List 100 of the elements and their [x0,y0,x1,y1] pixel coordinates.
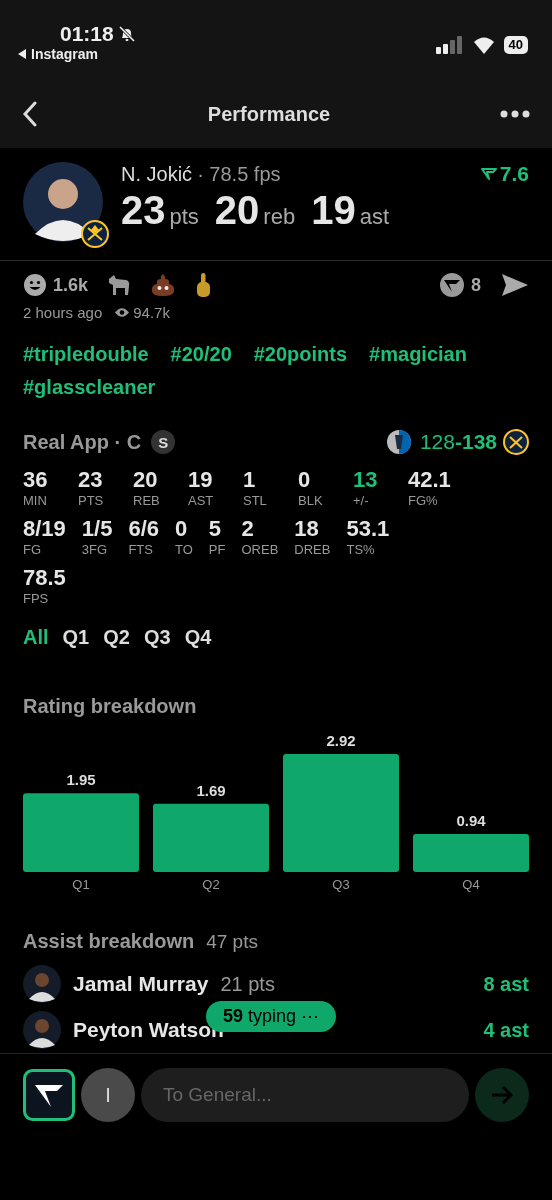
stat-value: 6/6 [128,516,159,542]
stat-value: 18 [294,516,320,542]
stat-value: 53.1 [346,516,390,542]
comment-logo-icon[interactable] [439,272,465,298]
stat-value: 2 [241,516,255,542]
stat-value: 36 [23,467,49,493]
stat-label: BLK [298,493,324,508]
stat-unit: ast [359,204,389,230]
bar-value-label: 2.92 [326,732,356,749]
hashtag-link[interactable]: #20/20 [170,343,232,366]
stat-value: 8/19 [23,516,66,542]
send-icon[interactable] [501,273,529,297]
comment-count: 8 [471,274,481,296]
post-time: 2 hours ago [23,304,103,321]
stat-label: OREB [241,542,279,557]
stat-value: 13 [353,467,379,493]
smiley-icon[interactable] [23,273,47,297]
section-title: Assist breakdown [23,930,195,953]
battery-level: 40 [503,36,528,54]
stat-number: 23 [121,188,166,233]
stat-unit: reb [263,204,296,230]
quarter-tab[interactable]: Q1 [62,626,90,649]
back-to-app-link[interactable]: Instagram [31,46,98,62]
user-avatar[interactable]: I [81,1068,135,1122]
wifi-icon [471,36,496,54]
quarter-tab[interactable]: Q4 [184,626,212,649]
bar-category-label: Q2 [202,877,220,892]
muted-bell-icon [117,25,136,43]
bar-value-label: 1.69 [196,781,226,799]
stat-number: 19 [311,188,356,233]
bar-category-label: Q4 [462,877,480,892]
stat-value: 1/5 [81,516,113,542]
stat-label: PF [208,542,226,557]
more-icon[interactable] [500,110,530,118]
bar-category-label: Q3 [332,877,350,892]
stats-source: Real App · C [23,430,142,454]
clock-time: 01:18 [60,22,114,46]
rating-value: 7.6 [499,162,529,186]
stat-value: 5 [208,516,223,542]
quarter-tab[interactable]: All [23,626,49,649]
stat-label: FTS [128,542,154,557]
stat-label: FG [23,542,43,557]
teammate-name: Jamal Murray [73,972,209,996]
reaction-count: 1.6k [53,274,89,296]
home-score: -138 [454,430,497,454]
hashtag-link[interactable]: #glasscleaner [23,376,156,399]
stat-label: REB [133,493,161,508]
stat-label: +/- [353,493,370,508]
home-team-logo-icon [503,429,529,455]
section-title: Rating breakdown [22,694,198,718]
rating-logo-icon [480,167,497,181]
back-triangle-icon[interactable] [18,49,27,59]
hashtag-link[interactable]: #magician [369,343,467,366]
back-icon[interactable] [22,101,38,127]
hashtag-link[interactable]: #tripledouble [23,343,149,366]
quarter-tab[interactable]: Q3 [143,626,171,649]
stat-value: 23 [78,467,104,493]
app-logo-icon[interactable] [23,1069,75,1121]
stat-label: AST [188,493,215,508]
stat-label: MIN [23,493,48,508]
player-avatar [23,965,61,1003]
bar-value-label: 0.94 [456,812,486,829]
screen-title: Performance [207,102,331,126]
assist-count: 4 ast [483,1018,529,1042]
stat-unit: pts [169,204,199,230]
message-field[interactable]: To General... [141,1068,469,1122]
away-score: 128 [419,430,455,454]
poop-icon[interactable] [150,273,177,297]
hashtag-link[interactable]: #20points [253,343,348,366]
bar-category-label: Q1 [72,877,90,892]
eye-icon [114,307,131,318]
stat-label: PTS [78,493,105,508]
hand-icon[interactable] [194,272,213,298]
stat-label: DREB [294,542,331,557]
stat-value: 20 [133,467,159,493]
stat-label: FPS [23,591,50,606]
stat-label: TO [175,542,193,557]
signal-icon [435,36,464,54]
assist-points-total: 47 pts [206,931,258,953]
stat-label: STL [243,493,268,508]
team-logo-icon [81,220,109,248]
stat-label: 3FG [81,542,109,557]
view-count: 94.7k [133,304,170,321]
stat-value: 0 [175,516,189,542]
source-badge: S [151,430,176,454]
stat-value: 1 [243,467,257,493]
stat-label: TS% [346,542,376,557]
away-team-logo-icon [385,429,412,455]
stat-value: 42.1 [408,467,452,493]
teammate-points: 21 pts [220,972,275,996]
arrow-icon [490,1085,514,1105]
stat-value: 0 [298,467,312,493]
player-name: N. Jokić [121,163,193,186]
player-avatar [23,1011,61,1049]
fantasy-points: · 78.5 fps [197,163,281,186]
stat-value: 78.5 [23,565,66,591]
stat-number: 20 [214,188,260,233]
stat-label: FG% [408,493,439,508]
quarter-tab[interactable]: Q2 [103,626,130,649]
stat-value: 19 [188,467,214,493]
